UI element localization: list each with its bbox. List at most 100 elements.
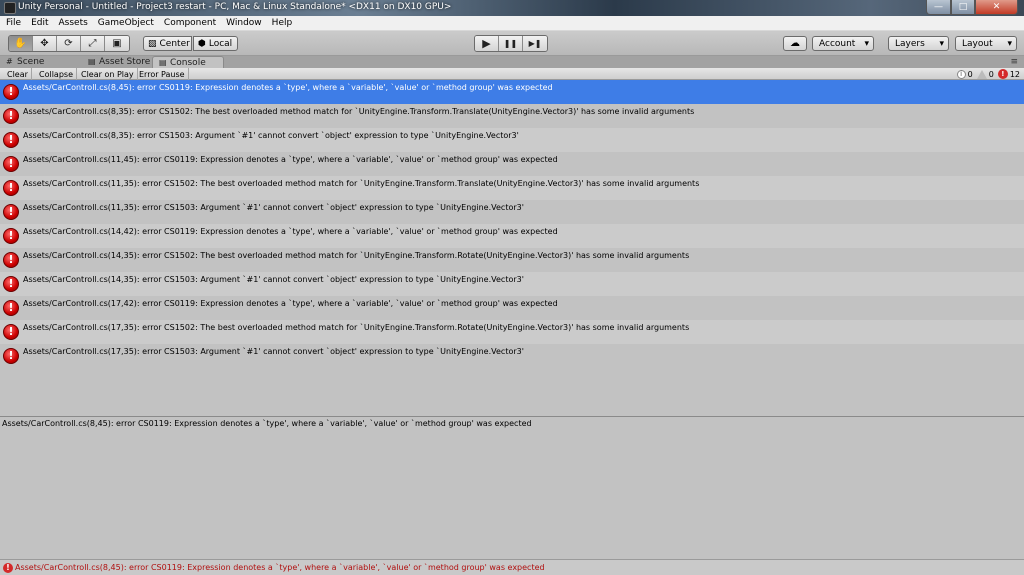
log-message: Assets/CarControll.cs(17,42): error CS01… (23, 299, 558, 308)
error-icon: ! (3, 252, 19, 268)
log-message: Assets/CarControll.cs(8,35): error CS150… (23, 107, 695, 116)
error-icon: ! (3, 132, 19, 148)
console-toolbar: Clear Collapse Clear on Play Error Pause… (0, 68, 1024, 80)
rotate-tool-icon[interactable]: ⟳ (57, 36, 81, 51)
chevron-down-icon: ▾ (939, 38, 944, 49)
menu-file[interactable]: File (6, 18, 21, 28)
layout-label: Layout (962, 38, 993, 49)
log-message: Assets/CarControll.cs(11,35): error CS15… (23, 179, 700, 188)
pivot-center-button[interactable]: ▧ Center (143, 36, 192, 51)
console-icon: ▤ (159, 57, 167, 67)
console-log-row[interactable]: ! Assets/CarControll.cs(17,35): error CS1… (0, 320, 1024, 344)
step-icon[interactable]: ▶❚ (523, 36, 547, 51)
pause-icon[interactable]: ❚❚ (499, 36, 523, 51)
cloud-icon[interactable]: ☁ (783, 36, 807, 51)
pivot-label: Center (159, 38, 190, 49)
console-log-row[interactable]: ! Assets/CarControll.cs(17,35): error CS1… (0, 344, 1024, 368)
error-icon: ! (997, 69, 1008, 79)
layout-dropdown[interactable]: Layout ▾ (955, 36, 1017, 51)
panel-tab-row: # Scene ▤ Asset Store ▤ Console ≡ (0, 56, 1024, 68)
tab-menu-icon[interactable]: ≡ (1010, 57, 1018, 67)
tab-asset-store[interactable]: ▤ Asset Store (82, 56, 152, 68)
menu-bar: File Edit Assets GameObject Component Wi… (0, 16, 1024, 31)
scale-tool-icon[interactable]: ⤢ (81, 36, 105, 51)
tab-label: Scene (17, 57, 45, 67)
console-log-row[interactable]: ! Assets/CarControll.cs(8,45): error CS01… (0, 80, 1024, 104)
error-icon: ! (3, 276, 19, 292)
menu-assets[interactable]: Assets (59, 18, 88, 28)
log-message: Assets/CarControll.cs(17,35): error CS15… (23, 323, 690, 332)
menu-window[interactable]: Window (226, 18, 262, 28)
error-pause-button[interactable]: Error Pause (136, 68, 189, 80)
error-icon: ! (3, 180, 19, 196)
log-message: Assets/CarControll.cs(14,42): error CS01… (23, 227, 558, 236)
scene-icon: # (6, 57, 13, 66)
console-log-row[interactable]: ! Assets/CarControll.cs(17,42): error CS0… (0, 296, 1024, 320)
close-button[interactable]: ✕ (975, 0, 1018, 15)
unity-logo-icon (4, 2, 16, 14)
console-log-row[interactable]: ! Assets/CarControll.cs(8,35): error CS15… (0, 104, 1024, 128)
local-label: Local (208, 38, 233, 49)
console-log-row[interactable]: ! Assets/CarControll.cs(8,35): error CS15… (0, 128, 1024, 152)
log-message: Assets/CarControll.cs(11,35): error CS15… (23, 203, 524, 212)
clear-button[interactable]: Clear (4, 68, 32, 80)
info-icon: i (956, 69, 966, 79)
clear-on-play-button[interactable]: Clear on Play (78, 68, 138, 80)
console-log-row[interactable]: ! Assets/CarControll.cs(14,42): error CS0… (0, 224, 1024, 248)
warning-toggle[interactable]: 0 (976, 69, 994, 79)
status-bar[interactable]: ! Assets/CarControll.cs(8,45): error CS0… (0, 559, 1024, 575)
rect-tool-icon[interactable]: ▣ (105, 36, 129, 51)
tab-console[interactable]: ▤ Console (152, 56, 224, 68)
log-message: Assets/CarControll.cs(11,45): error CS01… (23, 155, 558, 164)
layers-dropdown[interactable]: Layers ▾ (888, 36, 949, 51)
warning-count: 0 (988, 69, 994, 79)
transform-tools: ✋ ✥ ⟳ ⤢ ▣ (8, 35, 130, 52)
console-log-row[interactable]: ! Assets/CarControll.cs(11,45): error CS0… (0, 152, 1024, 176)
console-log-row[interactable]: ! Assets/CarControll.cs(14,35): error CS1… (0, 248, 1024, 272)
menu-gameobject[interactable]: GameObject (98, 18, 154, 28)
warning-icon (976, 69, 987, 79)
pivot-local-button[interactable]: ⬢ Local (193, 36, 238, 51)
log-message: Assets/CarControll.cs(14,35): error CS15… (23, 275, 524, 284)
log-message: Assets/CarControll.cs(14,35): error CS15… (23, 251, 690, 260)
console-log-list: ! Assets/CarControll.cs(8,45): error CS01… (0, 80, 1024, 416)
minimize-button[interactable]: — (926, 0, 951, 15)
menu-edit[interactable]: Edit (31, 18, 48, 28)
error-icon: ! (3, 204, 19, 220)
account-label: Account (819, 38, 856, 49)
error-icon: ! (3, 300, 19, 316)
maximize-button[interactable]: □ (951, 0, 975, 15)
menu-component[interactable]: Component (164, 18, 216, 28)
console-log-row[interactable]: ! Assets/CarControll.cs(11,35): error CS1… (0, 200, 1024, 224)
detail-message: Assets/CarControll.cs(8,45): error CS011… (2, 419, 532, 428)
hand-tool-icon[interactable]: ✋ (9, 36, 33, 51)
window-title: Unity Personal - Untitled - Project3 res… (18, 2, 452, 12)
play-controls: ▶ ❚❚ ▶❚ (474, 35, 548, 52)
console-log-row[interactable]: ! Assets/CarControll.cs(11,35): error CS1… (0, 176, 1024, 200)
chevron-down-icon: ▾ (864, 38, 869, 49)
console-log-row[interactable]: ! Assets/CarControll.cs(14,35): error CS1… (0, 272, 1024, 296)
pivot-icon: ▧ (148, 38, 157, 49)
error-icon: ! (3, 84, 19, 100)
log-message: Assets/CarControll.cs(8,35): error CS150… (23, 131, 519, 140)
tab-scene[interactable]: # Scene (0, 56, 80, 68)
play-icon[interactable]: ▶ (475, 36, 499, 51)
collapse-button[interactable]: Collapse (36, 68, 77, 80)
layers-label: Layers (895, 38, 925, 49)
menu-help[interactable]: Help (272, 18, 293, 28)
tab-label: Asset Store (99, 57, 151, 67)
error-icon: ! (3, 324, 19, 340)
error-count: 12 (1009, 69, 1020, 79)
log-message: Assets/CarControll.cs(17,35): error CS15… (23, 347, 524, 356)
error-toggle[interactable]: ! 12 (997, 69, 1020, 79)
chevron-down-icon: ▾ (1007, 38, 1012, 49)
account-dropdown[interactable]: Account ▾ (812, 36, 874, 51)
local-icon: ⬢ (198, 38, 206, 49)
info-toggle[interactable]: i 0 (956, 69, 973, 79)
move-tool-icon[interactable]: ✥ (33, 36, 57, 51)
error-icon: ! (3, 228, 19, 244)
log-message: Assets/CarControll.cs(8,45): error CS011… (23, 83, 553, 92)
error-icon: ! (3, 348, 19, 364)
tab-label: Console (170, 57, 206, 68)
error-icon: ! (3, 108, 19, 124)
